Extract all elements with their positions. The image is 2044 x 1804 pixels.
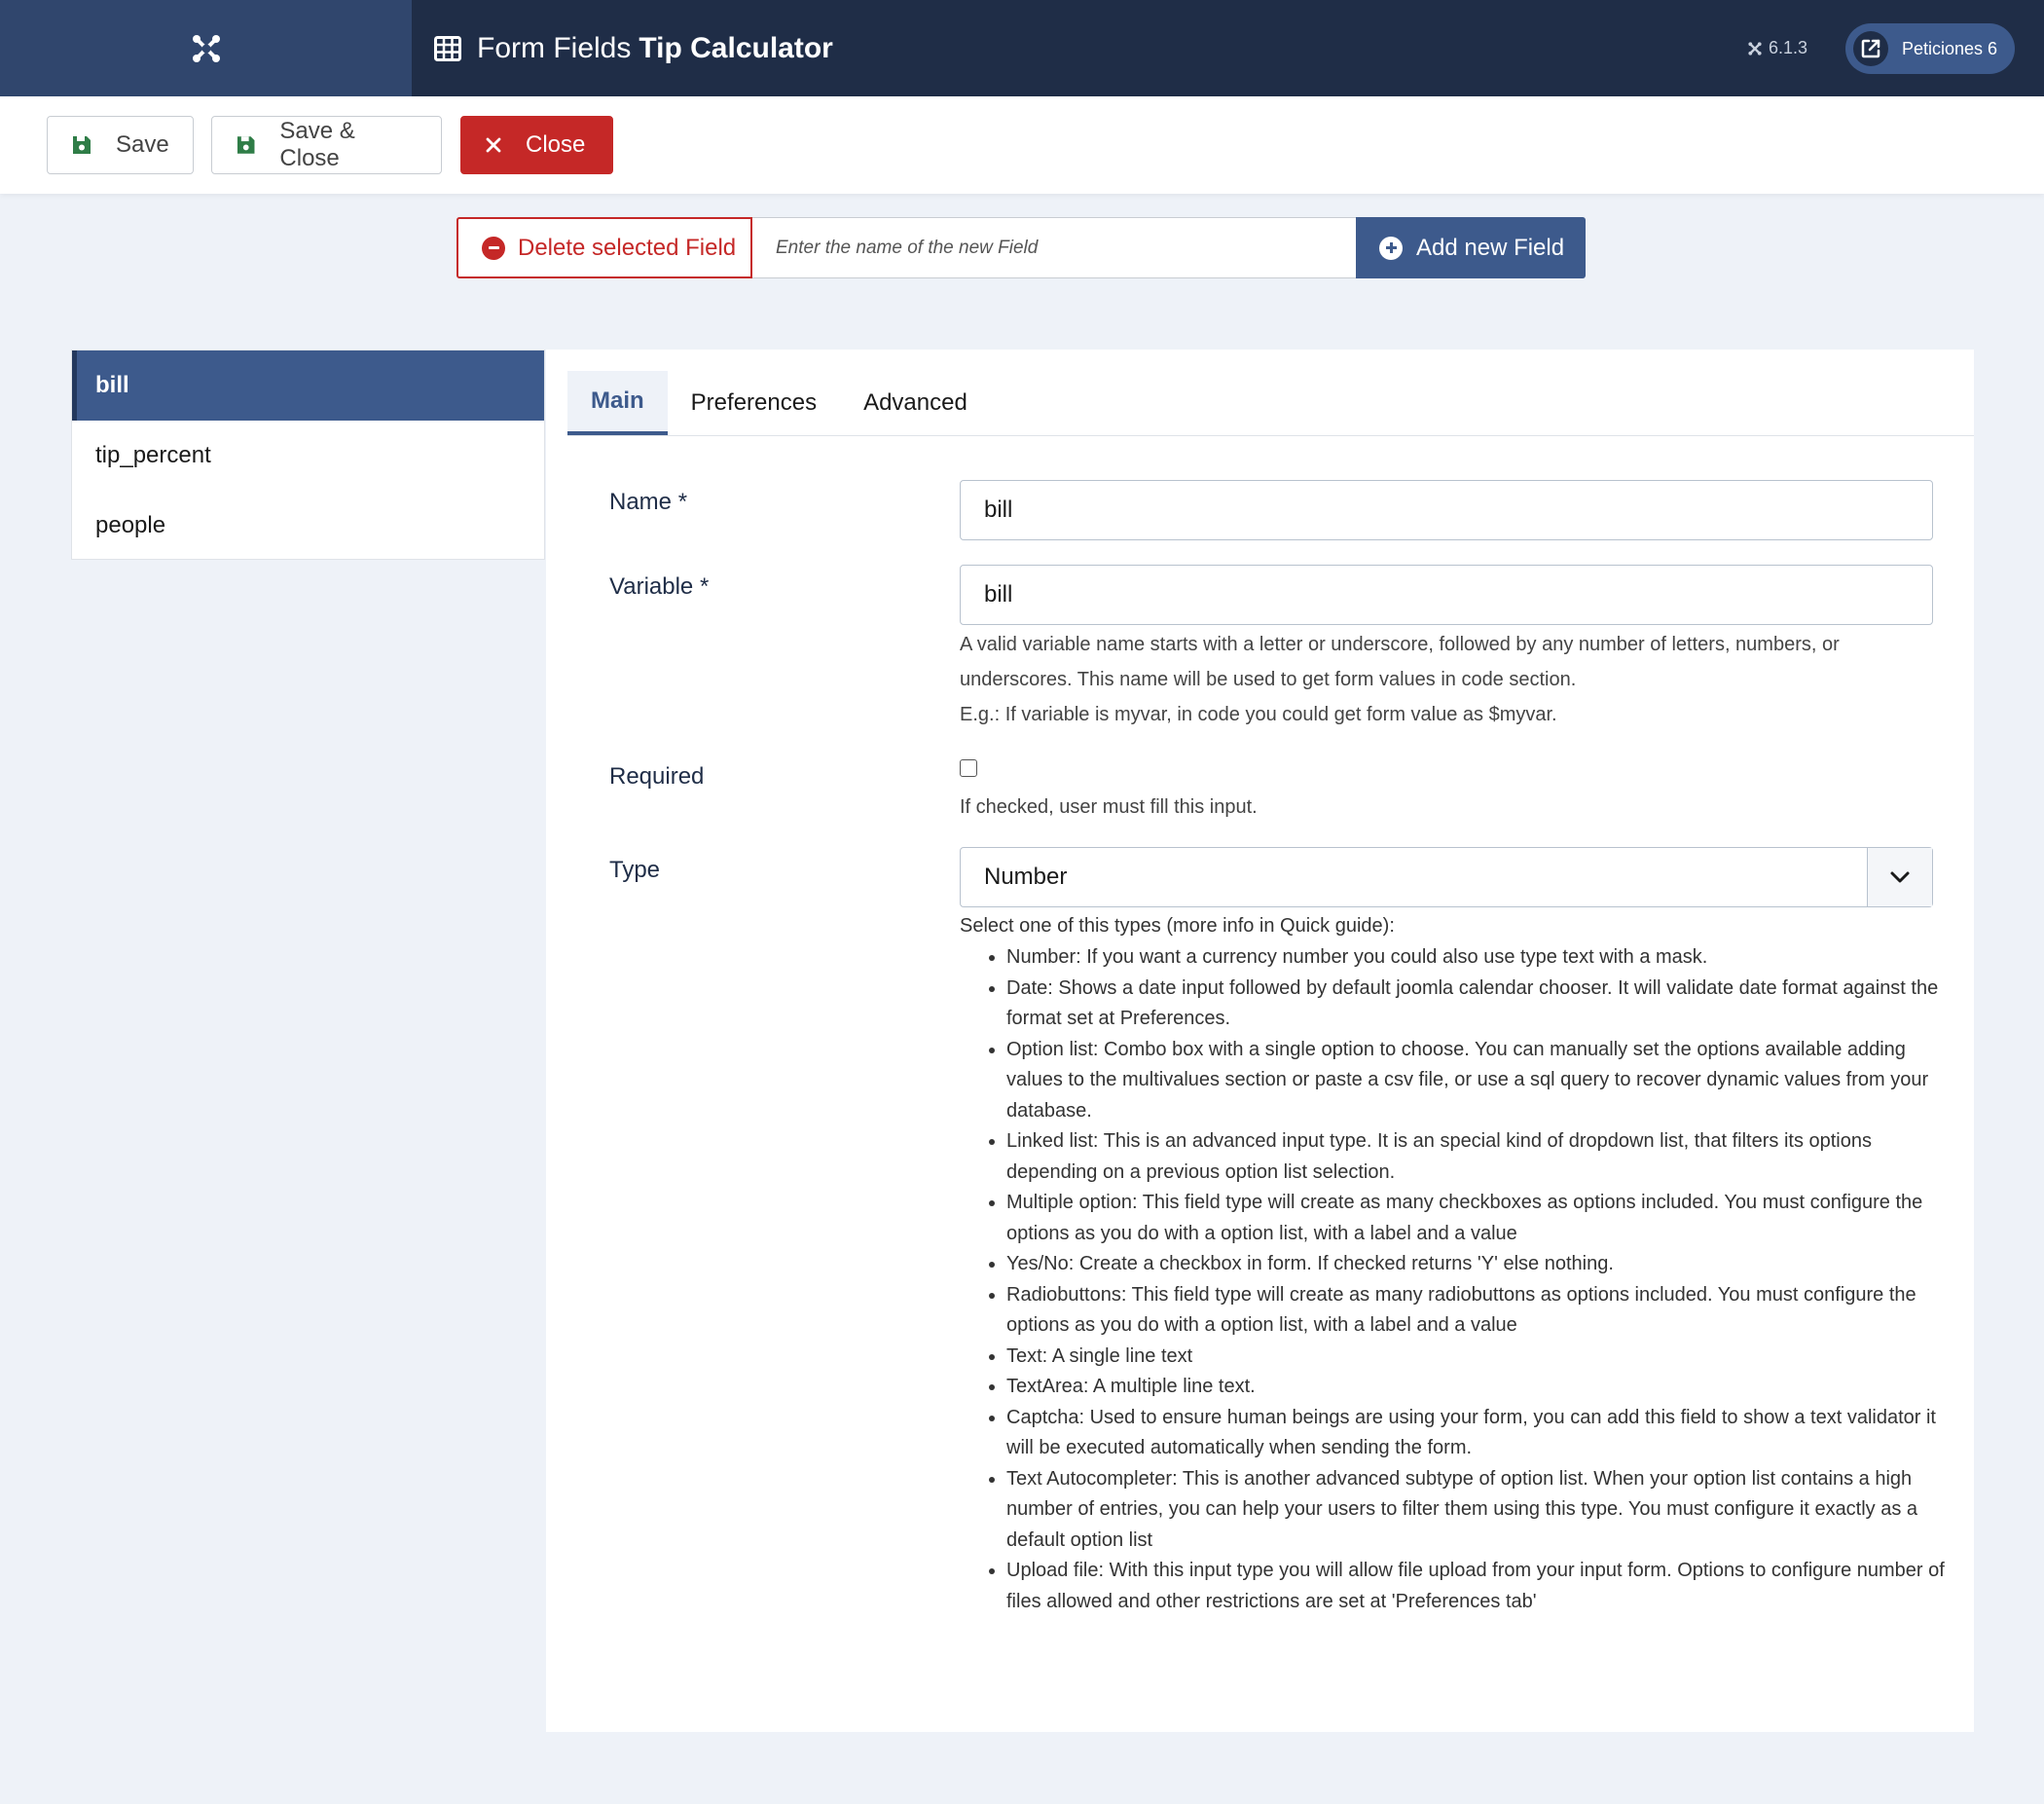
field-item-label: bill bbox=[95, 372, 129, 398]
type-select[interactable]: Number bbox=[960, 847, 1933, 907]
title-prefix: Form Fields bbox=[477, 31, 632, 64]
tab-preferences[interactable]: Preferences bbox=[668, 371, 840, 435]
close-button[interactable]: Close bbox=[460, 116, 613, 174]
list-item: Date: Shows a date input followed by def… bbox=[1006, 974, 1953, 1035]
tab-bar: Main Preferences Advanced bbox=[567, 371, 1974, 436]
type-label: Type bbox=[609, 857, 661, 883]
requests-label: Peticiones 6 bbox=[1902, 38, 1998, 58]
field-actions: Delete selected Field Add new Field bbox=[456, 217, 1586, 278]
close-label: Close bbox=[526, 131, 586, 158]
joomla-logo[interactable] bbox=[0, 0, 412, 96]
table-icon bbox=[434, 35, 461, 61]
list-item: Multiple option: This field type will cr… bbox=[1006, 1188, 1953, 1249]
list-item: Yes/No: Create a checkbox in form. If ch… bbox=[1006, 1249, 1953, 1280]
variable-input[interactable]: bill bbox=[960, 565, 1933, 625]
close-icon bbox=[486, 137, 501, 153]
floppy-icon bbox=[237, 136, 255, 154]
chevron-down-icon bbox=[1867, 848, 1932, 906]
name-label: Name * bbox=[609, 489, 688, 515]
save-button[interactable]: Save bbox=[47, 116, 194, 174]
minus-circle-icon bbox=[482, 236, 505, 260]
field-item-tip-percent[interactable]: tip_percent bbox=[72, 421, 544, 491]
add-field-button[interactable]: Add new Field bbox=[1356, 217, 1586, 278]
page-title: Form Fields Tip Calculator bbox=[434, 0, 833, 96]
list-item: Upload file: With this input type you wi… bbox=[1006, 1556, 1953, 1617]
list-item: Option list: Combo box with a single opt… bbox=[1006, 1035, 1953, 1127]
list-item: Captcha: Used to ensure human beings are… bbox=[1006, 1403, 1953, 1464]
required-checkbox[interactable] bbox=[960, 759, 977, 777]
type-selected-value: Number bbox=[984, 864, 1068, 890]
requests-button[interactable]: Peticiones 6 bbox=[1845, 23, 2015, 74]
joomla-icon bbox=[192, 34, 220, 62]
list-item: Number: If you want a currency number yo… bbox=[1006, 942, 1953, 974]
delete-field-button[interactable]: Delete selected Field bbox=[456, 217, 752, 278]
tab-advanced[interactable]: Advanced bbox=[840, 371, 991, 435]
delete-field-label: Delete selected Field bbox=[518, 234, 737, 261]
field-item-label: tip_percent bbox=[95, 442, 211, 468]
joomla-small-icon bbox=[1748, 41, 1762, 55]
type-help-intro: Select one of this types (more info in Q… bbox=[960, 915, 1395, 937]
list-item: Linked list: This is an advanced input t… bbox=[1006, 1126, 1953, 1188]
list-item: Text: A single line text bbox=[1006, 1342, 1953, 1373]
name-input[interactable]: bill bbox=[960, 480, 1933, 540]
field-item-people[interactable]: people bbox=[72, 491, 544, 561]
version-text: 6.1.3 bbox=[1769, 38, 1808, 57]
version-badge: 6.1.3 bbox=[1747, 0, 1807, 96]
field-editor-panel: Main Preferences Advanced Name * bill Va… bbox=[546, 350, 1974, 1732]
tab-main[interactable]: Main bbox=[567, 371, 668, 435]
variable-example: E.g.: If variable is myvar, in code you … bbox=[960, 704, 1557, 725]
save-close-button[interactable]: Save & Close bbox=[211, 116, 442, 174]
toolbar: Save Save & Close Close bbox=[0, 96, 2044, 194]
save-label: Save bbox=[116, 131, 169, 158]
list-item: Text Autocompleter: This is another adva… bbox=[1006, 1464, 1953, 1557]
field-item-bill[interactable]: bill bbox=[72, 350, 544, 421]
variable-label: Variable * bbox=[609, 573, 710, 600]
app-header: Form Fields Tip Calculator 6.1.3 Peticio… bbox=[0, 0, 2044, 96]
required-help: If checked, user must fill this input. bbox=[960, 796, 1258, 818]
required-label: Required bbox=[609, 763, 705, 790]
variable-help: A valid variable name starts with a lett… bbox=[960, 634, 1840, 690]
type-help-list: Number: If you want a currency number yo… bbox=[960, 942, 1953, 1617]
floppy-icon bbox=[73, 136, 91, 154]
list-item: TextArea: A multiple line text. bbox=[1006, 1372, 1953, 1403]
list-item: Radiobuttons: This field type will creat… bbox=[1006, 1280, 1953, 1342]
add-field-label: Add new Field bbox=[1416, 234, 1565, 261]
external-link-icon bbox=[1853, 31, 1888, 66]
plus-circle-icon bbox=[1379, 236, 1403, 260]
field-item-label: people bbox=[95, 512, 166, 538]
save-close-label: Save & Close bbox=[279, 118, 355, 171]
title-name: Tip Calculator bbox=[639, 31, 833, 64]
field-list: bill tip_percent people bbox=[71, 350, 545, 560]
new-field-input[interactable] bbox=[752, 217, 1356, 278]
